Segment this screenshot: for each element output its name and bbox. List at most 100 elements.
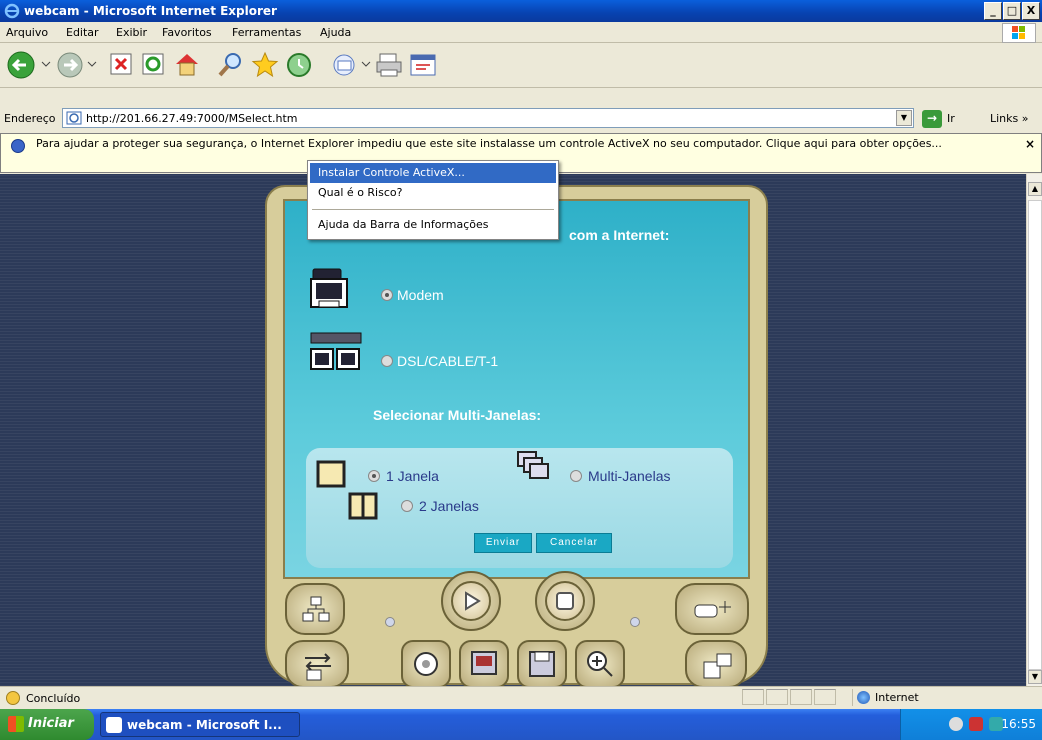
menu-ferramentas[interactable]: Ferramentas — [232, 26, 301, 39]
scroll-track[interactable] — [1028, 200, 1042, 670]
menu-item-infobar-help[interactable]: Ajuda da Barra de Informações — [310, 215, 556, 235]
menu-arquivo[interactable]: Arquivo — [6, 26, 48, 39]
two-window-icon — [348, 492, 378, 520]
maximize-button[interactable]: □ — [1003, 2, 1021, 20]
scroll-down-icon[interactable]: ▼ — [1028, 670, 1042, 684]
stop-button[interactable] — [535, 571, 595, 631]
history-icon[interactable] — [284, 50, 314, 80]
menu-exibir[interactable]: Exibir — [116, 26, 147, 39]
zoom-in-icon — [587, 651, 613, 677]
one-window-radio[interactable] — [368, 470, 380, 482]
globe-icon — [857, 691, 870, 704]
forward-icon[interactable] — [56, 50, 100, 80]
warning-icon — [6, 691, 20, 705]
menu-favoritos[interactable]: Favoritos — [162, 26, 212, 39]
snapshot-button[interactable] — [459, 640, 509, 688]
address-input[interactable]: http://201.66.27.49:7000/MSelect.htm ▼ — [62, 108, 914, 128]
edit-icon[interactable] — [408, 50, 438, 80]
menu-item-what-is-risk[interactable]: Qual é o Risco? — [310, 183, 556, 203]
menu-item-install-activex[interactable]: Instalar Controle ActiveX... — [310, 163, 556, 183]
home-icon[interactable] — [172, 50, 202, 80]
one-window-label[interactable]: 1 Janela — [386, 468, 439, 484]
clock: 16:55 — [1001, 717, 1036, 731]
go-button[interactable]: Ir — [947, 112, 955, 125]
status-bar: Concluído Internet — [0, 686, 1042, 708]
network-button[interactable] — [285, 583, 345, 635]
aperture-button[interactable] — [401, 640, 451, 688]
zone-label: Internet — [875, 691, 919, 704]
multi-window-radio[interactable] — [570, 470, 582, 482]
go-arrow-icon[interactable]: → — [922, 110, 942, 128]
two-window-label[interactable]: 2 Janelas — [419, 498, 479, 514]
multi-window-heading: Selecionar Multi-Janelas: — [373, 407, 542, 423]
setup-button[interactable] — [685, 640, 747, 688]
address-label: Endereço — [4, 112, 56, 125]
send-button[interactable]: Enviar — [474, 533, 532, 553]
menu-editar[interactable]: Editar — [66, 26, 99, 39]
dsl-network-icon — [310, 332, 362, 370]
ie-window: webcam - Microsoft Internet Explorer _ □… — [0, 0, 1042, 740]
camera-ptz-icon — [694, 601, 731, 618]
status-cell-1 — [742, 689, 764, 705]
aperture-icon — [414, 652, 438, 676]
status-text: Concluído — [26, 692, 81, 705]
save-button[interactable] — [517, 640, 567, 688]
window-title: webcam - Microsoft Internet Explorer — [24, 4, 277, 18]
toolbar — [0, 44, 1042, 88]
print-icon[interactable] — [374, 50, 404, 80]
mail-icon[interactable] — [330, 50, 374, 80]
webcam-device-frame: com a Internet: Modem DSL/CABLE/T-1 Sele… — [265, 185, 768, 688]
single-window-icon — [316, 460, 346, 488]
network-icon — [302, 596, 330, 622]
two-window-radio[interactable] — [401, 500, 413, 512]
information-bar-text[interactable]: Para ajudar a proteger sua segurança, o … — [36, 137, 1016, 151]
system-tray: 16:55 — [900, 709, 1042, 740]
play-icon — [465, 591, 481, 611]
refresh-icon[interactable] — [140, 50, 166, 80]
indicator-left — [385, 617, 395, 627]
status-cell-2 — [766, 689, 788, 705]
start-label: Iniciar — [28, 716, 74, 731]
play-button[interactable] — [441, 571, 501, 631]
ie-task-icon — [106, 717, 122, 733]
menu-bar: Arquivo Editar Exibir Favoritos Ferramen… — [0, 22, 1042, 43]
ptz-button[interactable] — [675, 583, 749, 635]
close-button[interactable]: X — [1022, 2, 1040, 20]
back-icon[interactable] — [6, 50, 58, 80]
chevron-down-icon[interactable]: ▼ — [896, 110, 912, 126]
zoom-button[interactable] — [575, 640, 625, 688]
security-zone[interactable]: Internet — [852, 689, 1032, 706]
floppy-icon — [529, 651, 555, 677]
ie-logo-icon — [4, 3, 20, 19]
links-button[interactable]: Links » — [990, 112, 1028, 125]
start-button[interactable]: Iniciar — [0, 709, 94, 740]
connection-heading: com a Internet: — [569, 227, 670, 243]
taskbar-item-webcam[interactable]: webcam - Microsoft I... — [100, 712, 300, 737]
stop-square-icon — [556, 592, 574, 610]
volume-icon[interactable] — [969, 717, 983, 731]
network-tray-icon[interactable] — [949, 717, 963, 731]
device-screen: com a Internet: Modem DSL/CABLE/T-1 Sele… — [283, 199, 750, 579]
minimize-button[interactable]: _ — [984, 2, 1002, 20]
vertical-scrollbar[interactable]: ▲ ▼ — [1026, 174, 1042, 686]
dsl-label[interactable]: DSL/CABLE/T-1 — [397, 353, 498, 369]
dsl-radio[interactable] — [381, 355, 393, 367]
menu-ajuda[interactable]: Ajuda — [320, 26, 351, 39]
switch-button[interactable] — [285, 640, 349, 688]
multi-window-label[interactable]: Multi-Janelas — [588, 468, 670, 484]
favorites-icon[interactable] — [250, 50, 280, 80]
scroll-up-icon[interactable]: ▲ — [1028, 182, 1042, 196]
close-icon[interactable]: × — [1025, 137, 1035, 151]
title-bar[interactable]: webcam - Microsoft Internet Explorer _ □… — [0, 0, 1042, 22]
status-cell-4 — [814, 689, 836, 705]
switch-arrows-icon — [305, 653, 331, 681]
modem-icon — [310, 268, 348, 308]
infobar-context-menu: Instalar Controle ActiveX... Qual é o Ri… — [307, 160, 559, 240]
search-icon[interactable] — [216, 50, 246, 80]
modem-label[interactable]: Modem — [397, 287, 444, 303]
modem-radio[interactable] — [381, 289, 393, 301]
snapshot-icon — [471, 651, 497, 675]
cancel-button[interactable]: Cancelar — [536, 533, 612, 553]
stop-icon[interactable] — [108, 50, 134, 80]
multi-window-icon — [517, 451, 549, 479]
